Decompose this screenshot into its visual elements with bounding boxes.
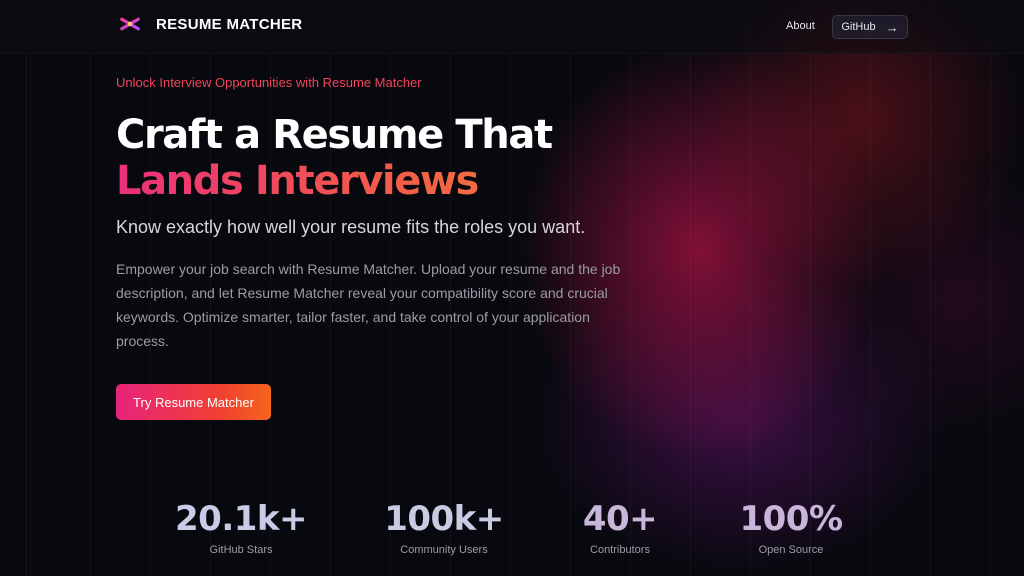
stat-label: Community Users [400, 544, 488, 556]
hero-description: Empower your job search with Resume Matc… [116, 261, 621, 349]
stat-value: 100k+ [384, 499, 504, 539]
hero-title: Craft a Resume That Lands Interviews [116, 112, 553, 204]
stat-open-source: 100% Open Source [726, 498, 856, 556]
asterisk-logo-icon [120, 12, 140, 36]
github-button-label: GitHub [841, 21, 876, 33]
top-navbar: RESUME MATCHER About GitHub → [0, 0, 1024, 54]
stat-value: 20.1k+ [175, 499, 308, 539]
stat-label: GitHub Stars [209, 544, 273, 556]
arrow-right-icon: → [885, 19, 899, 35]
stat-label: Open Source [758, 544, 824, 556]
hero-title-line1: Craft a Resume That [116, 112, 553, 158]
stat-value: 100% [739, 499, 843, 539]
stat-value: 40+ [582, 499, 658, 539]
stat-label: Contributors [590, 544, 650, 556]
hero-title-line2: Lands Interviews [116, 158, 552, 204]
stat-contributors: 40+ Contributors [570, 498, 670, 556]
stats-section: 20.1k+ GitHub Stars 100k+ Community User… [0, 498, 1024, 568]
brand-logo-link[interactable]: RESUME MATCHER [118, 12, 302, 36]
stat-github-stars: 20.1k+ GitHub Stars [170, 498, 312, 556]
try-resume-matcher-button[interactable]: Try Resume Matcher [116, 384, 271, 420]
stat-community-users: 100k+ Community Users [374, 498, 514, 556]
github-button[interactable]: GitHub → [832, 15, 908, 39]
hero-eyebrow: Unlock Interview Opportunities with Resu… [116, 75, 422, 90]
brand-name: RESUME MATCHER [156, 15, 303, 33]
hero-subhead: Know exactly how well your resume fits t… [116, 217, 586, 237]
nav-link-about[interactable]: About [786, 20, 815, 32]
